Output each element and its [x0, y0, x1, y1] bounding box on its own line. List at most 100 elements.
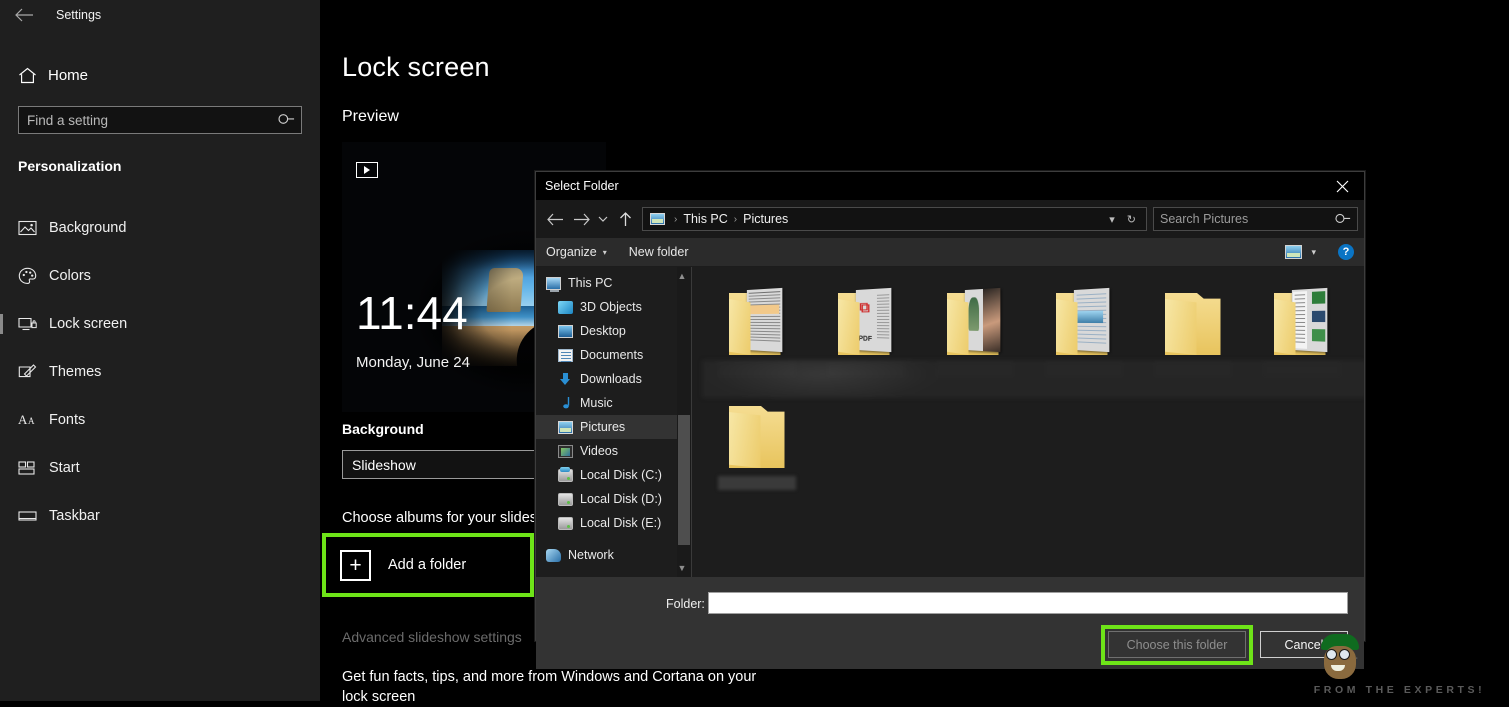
sidebar-item-label: Taskbar: [49, 508, 100, 524]
sidebar-item-label: Background: [49, 220, 126, 236]
recent-locations-chevron-down-icon[interactable]: [594, 205, 612, 233]
list-item[interactable]: [702, 396, 811, 509]
this-pc-icon: [546, 277, 568, 290]
help-icon[interactable]: ?: [1338, 244, 1354, 260]
nav-back-button[interactable]: [542, 205, 568, 233]
cortana-description: Get fun facts, tips, and more from Windo…: [342, 667, 782, 707]
navigation-pane: This PC 3D Objects Desktop Documents Dow…: [536, 267, 691, 577]
tree-item-music[interactable]: Music: [536, 391, 691, 415]
brush-icon: [18, 363, 49, 381]
breadcrumb-this-pc[interactable]: This PC: [683, 212, 727, 226]
dialog-titlebar[interactable]: Select Folder: [536, 172, 1364, 200]
dialog-body: This PC 3D Objects Desktop Documents Dow…: [536, 267, 1364, 577]
lock-screen-icon: [18, 316, 49, 332]
documents-icon: [558, 349, 580, 362]
page-title: Lock screen: [342, 52, 490, 83]
tree-item-desktop[interactable]: Desktop: [536, 319, 691, 343]
tree-item-label: Local Disk (D:): [580, 492, 662, 506]
settings-titlebar: Settings: [0, 0, 320, 30]
background-select[interactable]: Slideshow: [342, 450, 538, 479]
mascot-logo-icon: [1318, 634, 1362, 680]
tree-item-documents[interactable]: Documents: [536, 343, 691, 367]
background-select-value: Slideshow: [352, 457, 416, 473]
desktop-icon: [558, 325, 580, 338]
folder-icon: [729, 289, 785, 357]
chevron-down-icon[interactable]: ▼: [675, 561, 689, 575]
sidebar-item-label: Start: [49, 460, 80, 476]
category-heading: Personalization: [18, 158, 320, 174]
chevron-up-icon[interactable]: ▲: [675, 269, 689, 283]
close-icon[interactable]: [1320, 172, 1364, 200]
breadcrumb-separator: ›: [734, 214, 737, 225]
tree-item-label: Music: [580, 396, 613, 410]
folder-thumbnail-screenshot: [1291, 288, 1326, 352]
tree-item-pictures[interactable]: Pictures: [536, 415, 691, 439]
tree-item-local-disk-d[interactable]: Local Disk (D:): [536, 487, 691, 511]
folder-icon: [1165, 289, 1221, 357]
drive-icon: [558, 517, 580, 530]
breadcrumb-pictures[interactable]: Pictures: [743, 212, 788, 226]
dialog-search-box[interactable]: Search Pictures: [1153, 207, 1358, 231]
tree-item-network[interactable]: Network: [536, 543, 691, 567]
add-folder-button[interactable]: + Add a folder: [328, 540, 528, 590]
3d-objects-icon: [558, 301, 580, 314]
tree-item-label: Local Disk (C:): [580, 468, 662, 482]
sidebar-item-colors[interactable]: Colors: [0, 252, 320, 300]
dialog-navigation-bar: › This PC › Pictures ▾ ↻ Search Pictures: [536, 200, 1364, 238]
folder-icon: ⧉PDF: [838, 289, 894, 357]
network-icon: [546, 549, 568, 562]
search-input[interactable]: [18, 106, 302, 134]
address-bar[interactable]: › This PC › Pictures ▾ ↻: [642, 207, 1147, 231]
navigation-pane-scrollbar[interactable]: ▲ ▼: [677, 267, 691, 577]
folder-icon: [729, 402, 785, 470]
address-dropdown-chevron-down-icon[interactable]: ▾: [1103, 213, 1121, 226]
svg-text:A: A: [18, 412, 28, 427]
choose-this-folder-button[interactable]: Choose this folder: [1108, 631, 1246, 658]
svg-text:A: A: [28, 416, 35, 426]
scrollbar-thumb[interactable]: [678, 415, 690, 545]
tree-item-this-pc[interactable]: This PC: [536, 271, 691, 295]
view-options-icon[interactable]: [1285, 245, 1302, 259]
tree-item-3d-objects[interactable]: 3D Objects: [536, 295, 691, 319]
folder-input[interactable]: [708, 592, 1348, 614]
sidebar-item-start[interactable]: Start: [0, 444, 320, 492]
redaction-overlay-band: [702, 360, 1364, 398]
refresh-icon[interactable]: ↻: [1121, 213, 1142, 226]
sidebar-item-fonts[interactable]: A A Fonts: [0, 396, 320, 444]
breadcrumb-separator: ›: [674, 214, 677, 225]
sidebar-item-themes[interactable]: Themes: [0, 348, 320, 396]
new-folder-button[interactable]: New folder: [629, 245, 689, 259]
sidebar-item-label: Home: [48, 67, 88, 84]
tree-item-local-disk-e[interactable]: Local Disk (E:): [536, 511, 691, 535]
sidebar-item-home[interactable]: Home: [0, 58, 320, 92]
advanced-slideshow-settings-link[interactable]: Advanced slideshow settings: [342, 629, 522, 645]
address-bar-actions: ▾ ↻: [1103, 213, 1142, 226]
tree-item-videos[interactable]: Videos: [536, 439, 691, 463]
start-tiles-icon: [18, 460, 49, 476]
tree-item-local-disk-c[interactable]: Local Disk (C:): [536, 463, 691, 487]
search-container: [18, 106, 302, 134]
tree-item-downloads[interactable]: Downloads: [536, 367, 691, 391]
tree-item-label: Documents: [580, 348, 643, 362]
tree-item-label: Downloads: [580, 372, 642, 386]
pictures-library-icon: [650, 213, 665, 225]
tree-item-label: Network: [568, 548, 614, 562]
search-placeholder: Search Pictures: [1160, 212, 1248, 226]
preview-clock: 11:44: [356, 290, 468, 336]
drive-icon: [558, 493, 580, 506]
watermark: FROM THE EXPERTS!: [1290, 630, 1509, 701]
view-options-chevron-down-icon[interactable]: ▾: [1311, 247, 1316, 258]
sidebar-item-lock-screen[interactable]: Lock screen: [0, 300, 320, 348]
sidebar-item-taskbar[interactable]: Taskbar: [0, 492, 320, 540]
nav-up-button[interactable]: [612, 205, 638, 233]
organize-menu-button[interactable]: Organize ▾: [546, 245, 607, 259]
palette-icon: [18, 267, 49, 285]
folder-icon: [1274, 289, 1330, 357]
sidebar-item-background[interactable]: Background: [0, 204, 320, 252]
pictures-icon: [558, 421, 580, 434]
nav-forward-button[interactable]: [568, 205, 594, 233]
folder-field-label: Folder:: [666, 597, 705, 611]
back-button[interactable]: [0, 0, 48, 30]
file-list-pane[interactable]: ⧉PDF: [692, 267, 1364, 577]
search-icon[interactable]: [1332, 209, 1354, 231]
